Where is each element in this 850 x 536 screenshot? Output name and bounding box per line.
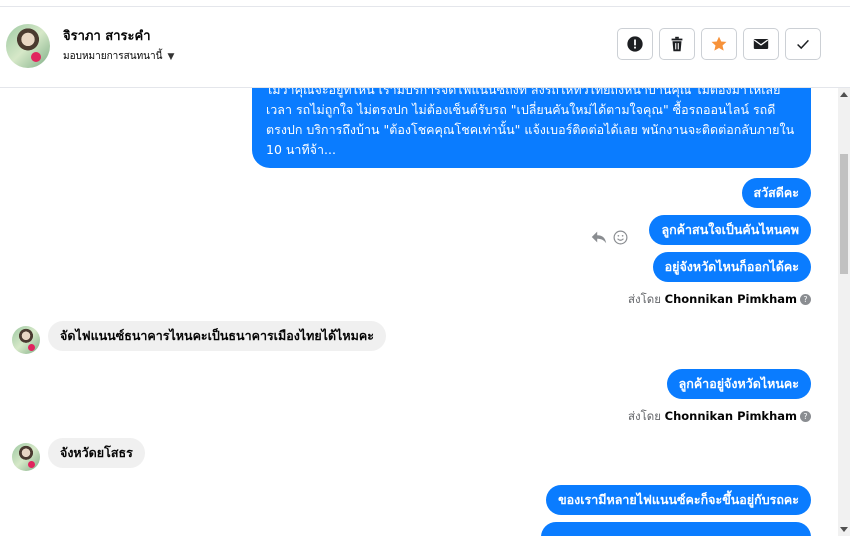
delete-button[interactable] bbox=[659, 28, 695, 60]
incoming-message[interactable]: จัดไฟแนนซ์ธนาคารไหนคะเป็นธนาคารเมืองไทยไ… bbox=[48, 321, 386, 351]
outgoing-message[interactable]: ของเรามีหลายไฟแนนซ์คะก็จะขึ้นอยู่กับรถคะ bbox=[546, 485, 811, 515]
conversation-header: จิราภา สาระคำ มอบหมายการสนทนานี้ ▼ bbox=[0, 7, 850, 88]
outgoing-message[interactable]: อยู่จังหวัดไหนก็ออกได้คะ bbox=[652, 252, 811, 282]
sent-by-label: ส่งโดย Chonnikan Pimkham? bbox=[628, 291, 811, 309]
outgoing-message[interactable]: ลูกค้าสนใจเป็นคันไหนคพ bbox=[649, 215, 811, 245]
reply-icon[interactable] bbox=[590, 228, 608, 246]
sent-by-prefix: ส่งโดย bbox=[627, 292, 661, 306]
heart-icon bbox=[28, 344, 35, 351]
check-icon bbox=[797, 39, 809, 50]
mark-unread-button[interactable] bbox=[743, 28, 779, 60]
sent-by-label: ส่งโดย Chonnikan Pimkham? bbox=[628, 408, 811, 426]
outgoing-message-partial[interactable] bbox=[541, 522, 811, 536]
top-bar bbox=[0, 0, 850, 7]
header-actions bbox=[617, 28, 821, 60]
envelope-icon bbox=[753, 39, 769, 49]
incoming-message[interactable]: จังหวัดยโสธร bbox=[48, 438, 145, 468]
outgoing-message[interactable]: ไม่ว่าคุณจะอยู่ที่ไหน เรามีบริการจัดไฟแน… bbox=[252, 88, 811, 168]
assign-label: มอบหมายการสนทนานี้ bbox=[63, 51, 163, 62]
outgoing-message[interactable]: ลูกค้าอยู่จังหวัดไหนคะ bbox=[666, 369, 811, 399]
scrollbar[interactable] bbox=[838, 88, 850, 536]
help-icon[interactable]: ? bbox=[800, 294, 811, 305]
emoji-reaction-icon[interactable] bbox=[612, 229, 629, 246]
scrollbar-thumb[interactable] bbox=[840, 154, 848, 274]
contact-avatar-small bbox=[12, 326, 40, 354]
scroll-up-arrow-icon[interactable] bbox=[840, 92, 848, 97]
contact-avatar-small bbox=[12, 443, 40, 471]
alert-icon bbox=[627, 36, 643, 52]
trash-icon bbox=[671, 36, 683, 52]
sender-name: Chonnikan Pimkham bbox=[664, 409, 797, 423]
message-hover-tools bbox=[590, 228, 629, 246]
star-button[interactable] bbox=[701, 28, 737, 60]
sent-by-prefix: ส่งโดย bbox=[627, 409, 661, 423]
scroll-down-arrow-icon[interactable] bbox=[840, 527, 848, 532]
mark-done-button[interactable] bbox=[785, 28, 821, 60]
assign-conversation-dropdown[interactable]: มอบหมายการสนทนานี้ ▼ bbox=[63, 49, 174, 64]
caret-down-icon: ▼ bbox=[167, 52, 175, 62]
contact-avatar[interactable] bbox=[6, 24, 50, 68]
message-thread[interactable]: ไม่ว่าคุณจะอยู่ที่ไหน เรามีบริการจัดไฟแน… bbox=[0, 88, 838, 536]
star-icon bbox=[711, 36, 727, 51]
mark-spam-button[interactable] bbox=[617, 28, 653, 60]
heart-icon bbox=[31, 52, 41, 62]
heart-icon bbox=[28, 461, 35, 468]
help-icon[interactable]: ? bbox=[800, 411, 811, 422]
sender-name: Chonnikan Pimkham bbox=[664, 292, 797, 306]
contact-name[interactable]: จิราภา สาระคำ bbox=[63, 25, 151, 46]
outgoing-message[interactable]: สวัสดีคะ bbox=[741, 178, 811, 208]
